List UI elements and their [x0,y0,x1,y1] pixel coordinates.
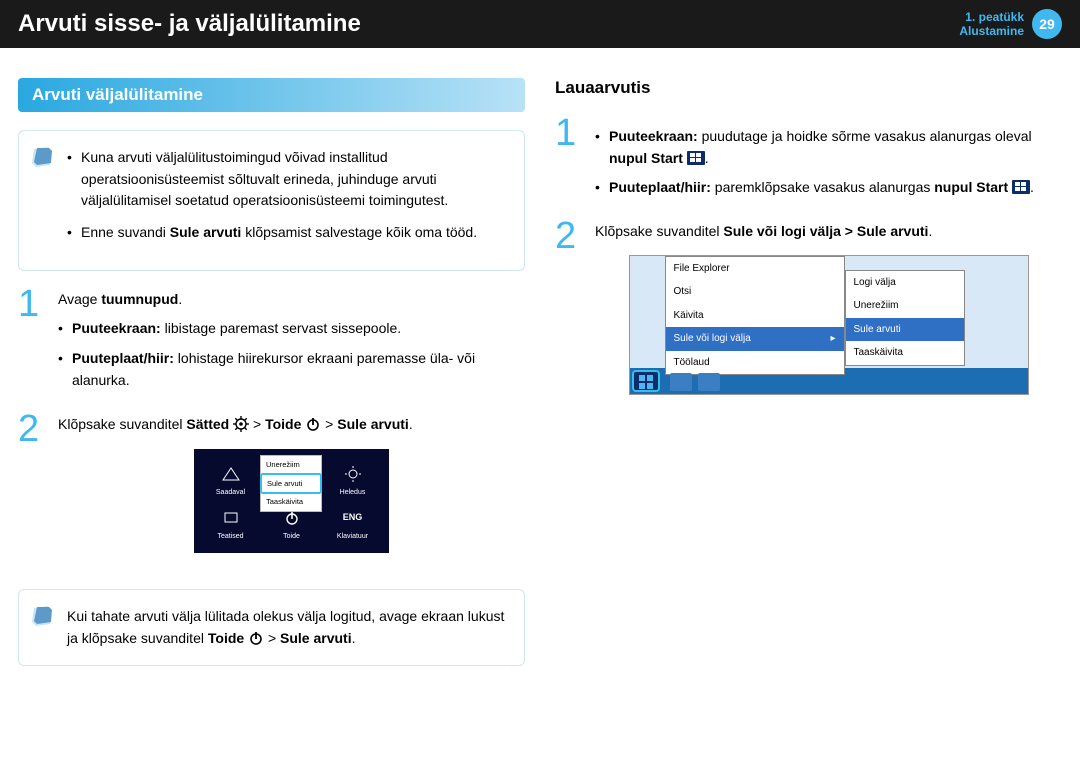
winx-menu: File Explorer Otsi Käivita Sule või logi… [665,256,845,376]
page-number-badge: 29 [1032,9,1062,39]
right-step-1: 1 Puuteekraan: puudutage ja hoidke sõrme… [555,118,1062,199]
shutdown-highlighted: Sule arvuti [260,473,322,495]
brightness-icon [342,463,364,485]
network-icon [220,463,242,485]
start-menu-screenshot: File Explorer Otsi Käivita Sule või logi… [629,255,1029,395]
chevron-right-icon: ▸ [830,331,835,347]
menu-item-selected: Sule või logi välja▸ [666,327,844,351]
note-1-item-2: Enne suvandi Sule arvuti klõpsamist salv… [67,222,508,244]
power-menu: Unerežiim Sule arvuti Taaskäivita [260,455,322,512]
step1-bullet-touch: Puuteekraan: libistage paremast servast … [58,318,525,340]
step1-bullet-mouse: Puuteplaat/hiir: paremklõpsake vasakus a… [595,177,1062,199]
step-number: 1 [555,118,595,152]
page-title: Arvuti sisse- ja väljalülitamine [18,10,361,38]
power-icon [248,630,264,646]
note-box-2: Kui tahate arvuti välja lülitada olekus … [18,589,525,666]
submenu-item-selected: Sule arvuti [846,318,964,342]
chapter-line1: 1. peatükk [959,10,1024,24]
start-button-icon [1012,180,1030,194]
page-header: Arvuti sisse- ja väljalülitamine 1. peat… [0,0,1080,48]
note-box-1: Kuna arvuti väljalülitustoimingud võivad… [18,130,525,271]
step-number: 2 [18,414,58,448]
note-1-item-1: Kuna arvuti väljalülitustoimingud võivad… [67,147,508,212]
content-columns: Arvuti väljalülitamine Kuna arvuti välja… [0,48,1080,702]
notifications-icon [220,507,242,529]
step1-bullet-touch: Puuteekraan: puudutage ja hoidke sõrme v… [595,126,1062,169]
chapter-meta: 1. peatükk Alustamine [959,10,1024,39]
note-icon [31,145,55,169]
left-step-1: 1 Avage tuumnupud. Puuteekraan: libistag… [18,289,525,392]
charms-panel-screenshot: Unerežiim Sule arvuti Taaskäivita Saadav… [194,449,389,553]
start-button-icon [687,151,705,165]
chapter-line2: Alustamine [959,24,1024,38]
right-step-2: 2 Klõpsake suvanditel Sule või logi välj… [555,221,1062,395]
power-icon [305,416,321,432]
note-icon [31,604,55,628]
step1-bullet-mouse: Puuteplaat/hiir: lohistage hiirekursor e… [58,348,525,391]
winx-submenu: Logi välja Unerežiim Sule arvuti Taaskäi… [845,270,965,366]
left-step-2: 2 Klõpsake suvanditel Sätted > Toide > S… [18,414,525,567]
step-number: 1 [18,289,58,323]
left-column: Arvuti väljalülitamine Kuna arvuti välja… [18,78,525,684]
step-number: 2 [555,221,595,255]
right-column: Lauaarvutis 1 Puuteekraan: puudutage ja … [555,78,1062,684]
taskbar-ie-icon [670,373,692,391]
taskbar-explorer-icon [698,373,720,391]
start-button-highlighted [632,370,660,392]
header-meta-group: 1. peatükk Alustamine 29 [959,9,1062,39]
keyboard-icon: ENG [342,507,364,529]
section-header-desktop: Lauaarvutis [555,78,1062,98]
gear-icon [233,416,249,432]
taskbar-icons [670,373,720,391]
section-header-shutdown: Arvuti väljalülitamine [18,78,525,112]
